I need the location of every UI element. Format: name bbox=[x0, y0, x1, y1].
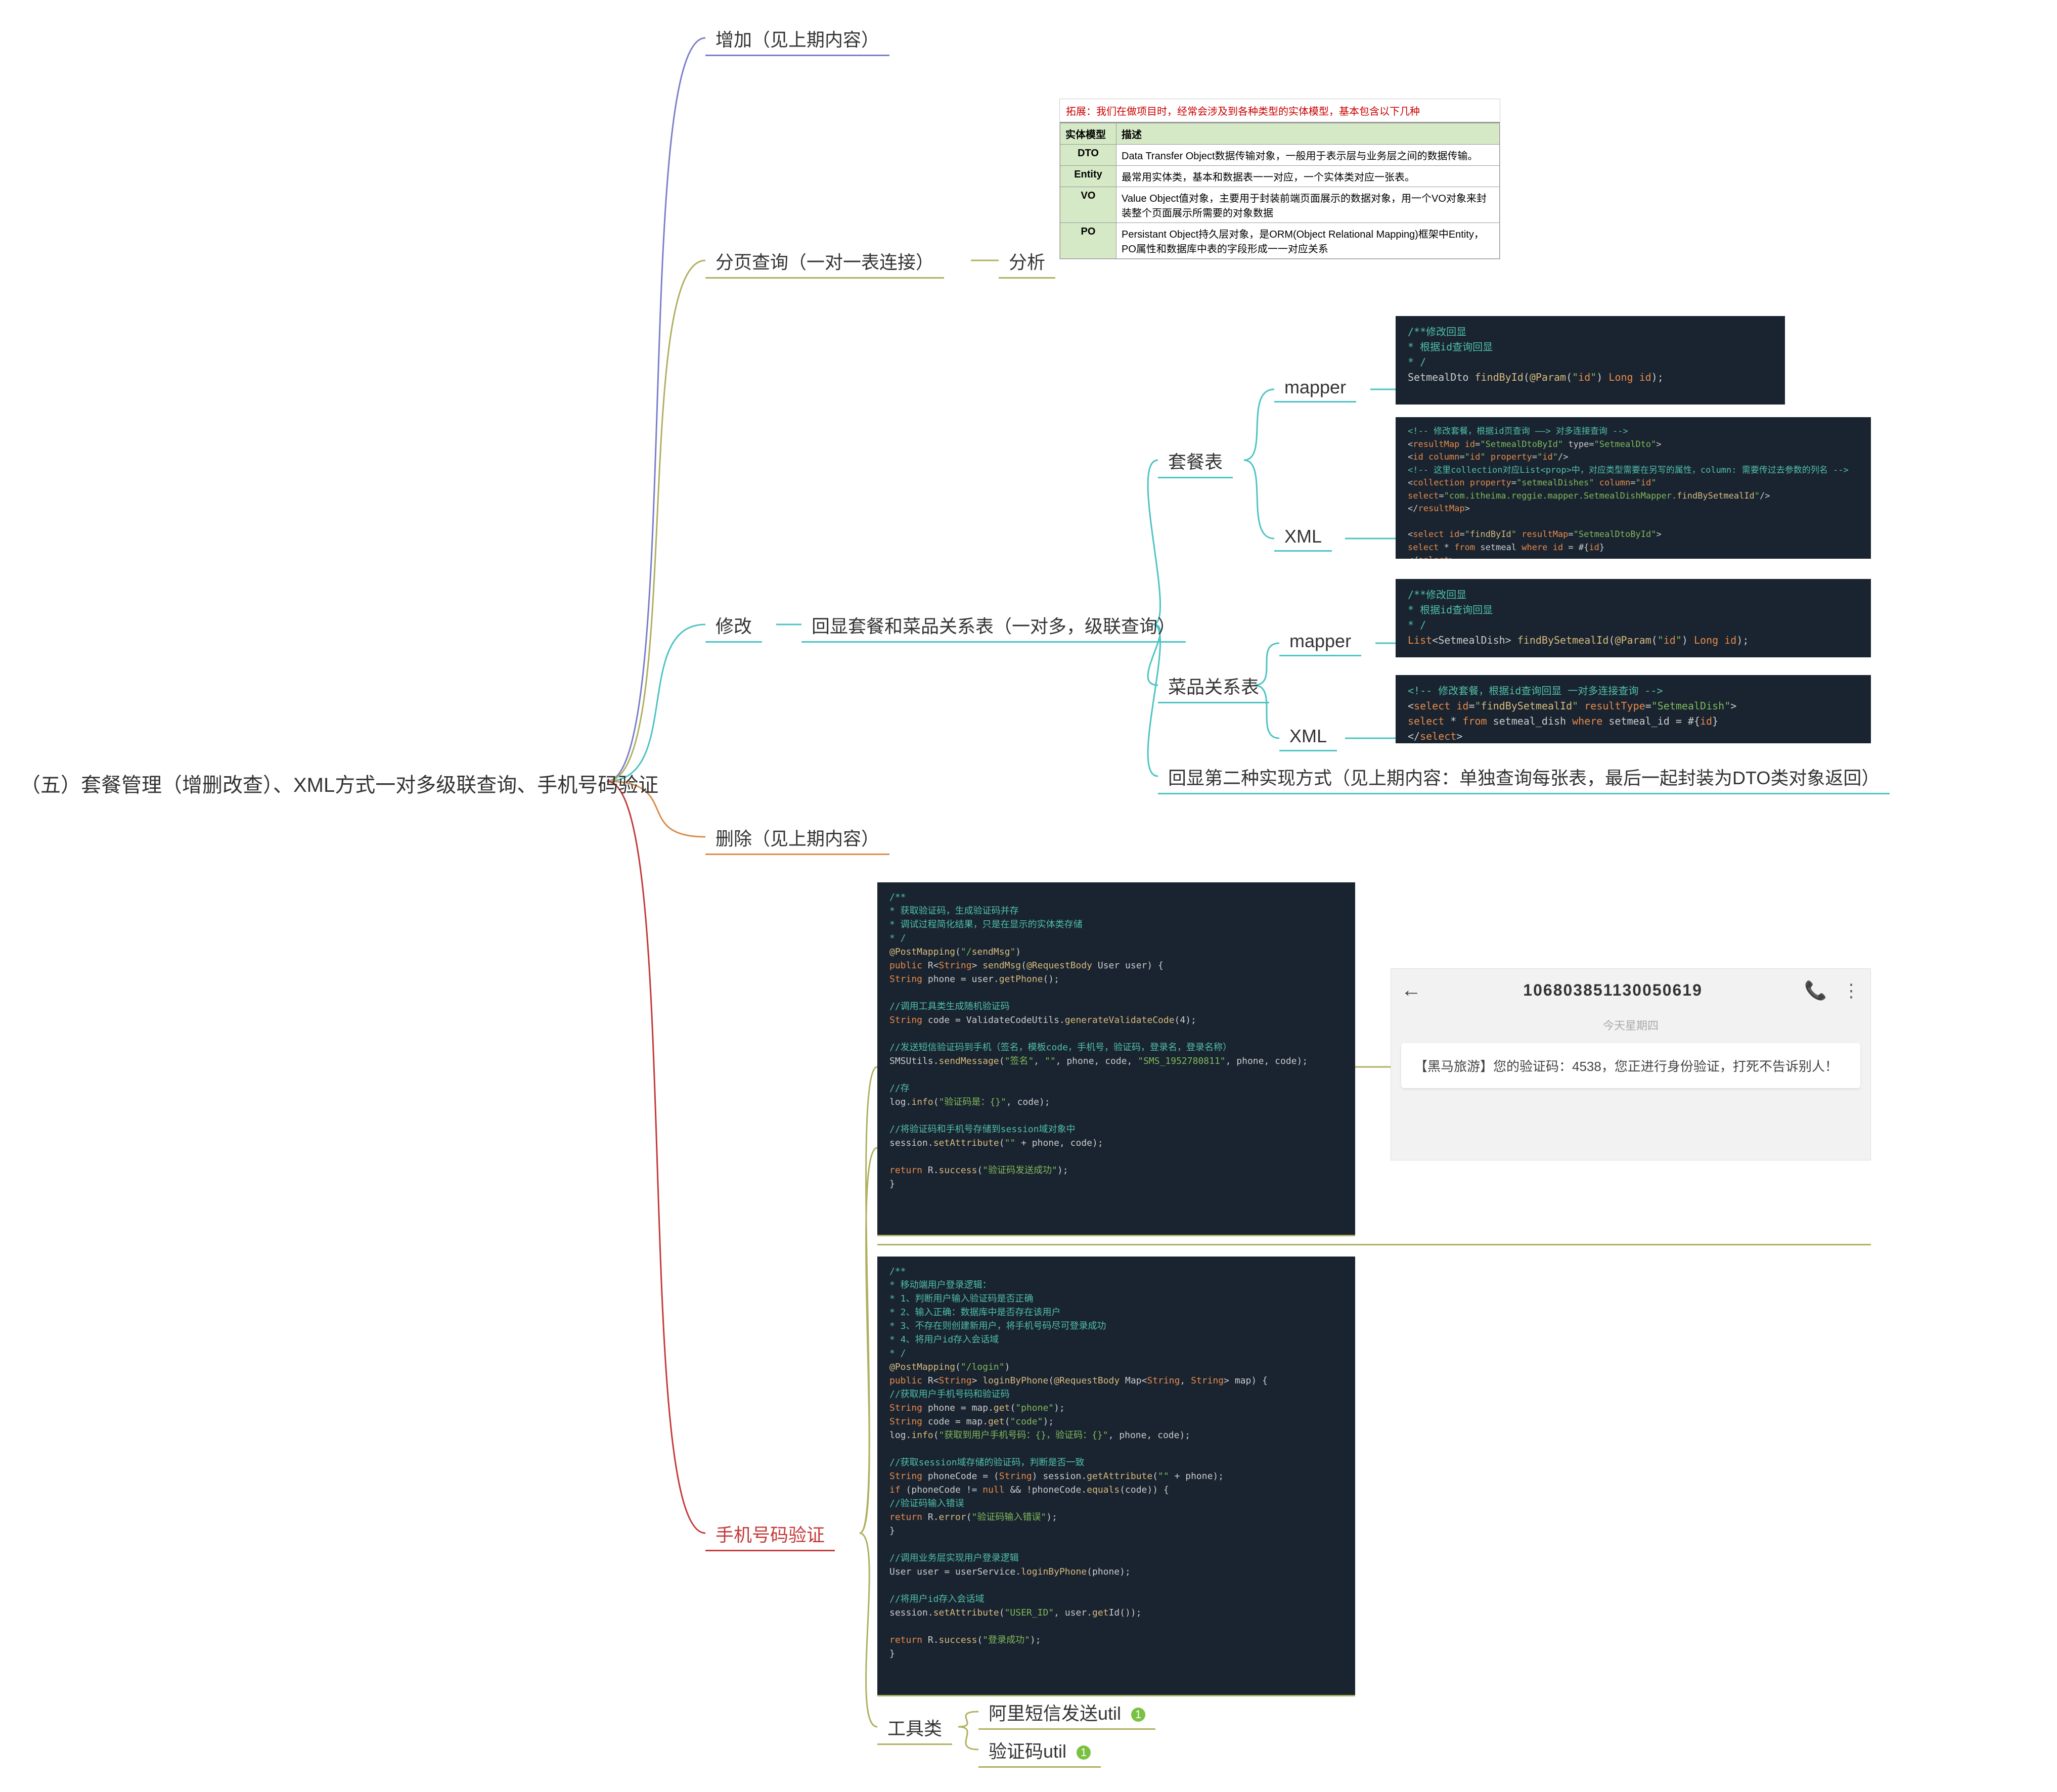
badge-icon: 1 bbox=[1131, 1708, 1145, 1722]
sms-date: 今天星期四 bbox=[1401, 1017, 1860, 1033]
node-xml1[interactable]: XML bbox=[1274, 521, 1332, 552]
td-v: Value Object值对象，主要用于封装前端页面展示的数据对象，用一个VO对… bbox=[1116, 187, 1500, 223]
td-k: PO bbox=[1060, 223, 1116, 259]
node-add[interactable]: 增加（见上期内容） bbox=[705, 20, 889, 56]
code-mapper-setmeal: /**修改回显 * 根据id查询回显 * /SetmealDto findByI… bbox=[1396, 316, 1785, 405]
node-pagequery[interactable]: 分页查询（一对一表连接） bbox=[705, 243, 944, 279]
badge-icon: 1 bbox=[1077, 1745, 1091, 1760]
node-analyze[interactable]: 分析 bbox=[999, 243, 1055, 279]
node-phone-verify[interactable]: 手机号码验证 bbox=[705, 1515, 835, 1551]
th-model: 实体模型 bbox=[1060, 123, 1116, 145]
td-v: Data Transfer Object数据传输对象，一般用于表示层与业务层之间… bbox=[1116, 145, 1500, 166]
node-mapper1[interactable]: mapper bbox=[1274, 372, 1356, 402]
node-util-sms[interactable]: 阿里短信发送util 1 bbox=[978, 1694, 1155, 1730]
phone-icon[interactable]: 📞 bbox=[1804, 980, 1827, 1001]
node-dish-rel-table[interactable]: 菜品关系表 bbox=[1158, 667, 1269, 703]
code-sendmsg: /** * 获取验证码，生成验证码并存 * 调试过程简化结果，只是在显示的实体类… bbox=[877, 882, 1355, 1236]
node-mapper2[interactable]: mapper bbox=[1279, 625, 1361, 656]
node-echo-second[interactable]: 回显第二种实现方式（见上期内容：单独查询每张表，最后一起封装为DTO类对象返回） bbox=[1158, 758, 1890, 794]
td-k: Entity bbox=[1060, 166, 1116, 187]
node-echo-rel[interactable]: 回显套餐和菜品关系表（一对多，级联查询） bbox=[801, 607, 1186, 643]
td-k: DTO bbox=[1060, 145, 1116, 166]
td-v: 最常用实体类，基本和数据表一一对应，一个实体类对应一张表。 bbox=[1116, 166, 1500, 187]
code-login: /** * 移动端用户登录逻辑： * 1、判断用户输入验证码是否正确 * 2、输… bbox=[877, 1257, 1355, 1696]
node-xml2[interactable]: XML bbox=[1279, 721, 1337, 751]
root-node[interactable]: （五）套餐管理（增删改查）、XML方式一对多级联查询、手机号码验证 bbox=[20, 769, 658, 798]
sms-number: 106803851130050619 bbox=[1421, 981, 1804, 1000]
node-util-code[interactable]: 验证码util 1 bbox=[978, 1732, 1101, 1768]
util-code-label: 验证码util bbox=[989, 1741, 1066, 1762]
entity-table-title: 拓展：我们在做项目时，经常会涉及到各种类型的实体模型，基本包含以下几种 bbox=[1060, 99, 1500, 123]
entity-table: 拓展：我们在做项目时，经常会涉及到各种类型的实体模型，基本包含以下几种 实体模型… bbox=[1059, 99, 1500, 259]
node-modify[interactable]: 修改 bbox=[705, 607, 762, 643]
node-setmeal-table[interactable]: 套餐表 bbox=[1158, 442, 1233, 478]
mindmap-canvas: （五）套餐管理（增删改查）、XML方式一对多级联查询、手机号码验证 增加（见上期… bbox=[0, 0, 2057, 1792]
td-k: VO bbox=[1060, 187, 1116, 223]
back-arrow-icon[interactable]: ← bbox=[1401, 979, 1421, 1002]
util-sms-label: 阿里短信发送util bbox=[989, 1703, 1121, 1724]
code-xml-dish: <!-- 修改套餐，根据id查询回显 一对多连接查询 --><select id… bbox=[1396, 675, 1871, 743]
td-v: Persistant Object持久层对象，是ORM(Object Relat… bbox=[1116, 223, 1500, 259]
node-delete[interactable]: 删除（见上期内容） bbox=[705, 819, 889, 855]
code-xml-setmeal: <!-- 修改套餐，根据id页查询 ——> 对多连接查询 --><resultM… bbox=[1396, 417, 1871, 559]
th-desc: 描述 bbox=[1116, 123, 1500, 145]
code-mapper-dish: /**修改回显 * 根据id查询回显 * /List<SetmealDish> … bbox=[1396, 579, 1871, 657]
sms-body: 【黑马旅游】您的验证码：4538，您正进行身份验证，打死不告诉别人！ bbox=[1401, 1043, 1860, 1088]
sms-preview: ← 106803851130050619 📞 ⋮ 今天星期四 【黑马旅游】您的验… bbox=[1391, 968, 1871, 1160]
more-icon[interactable]: ⋮ bbox=[1842, 980, 1860, 1001]
node-utils[interactable]: 工具类 bbox=[877, 1709, 952, 1745]
